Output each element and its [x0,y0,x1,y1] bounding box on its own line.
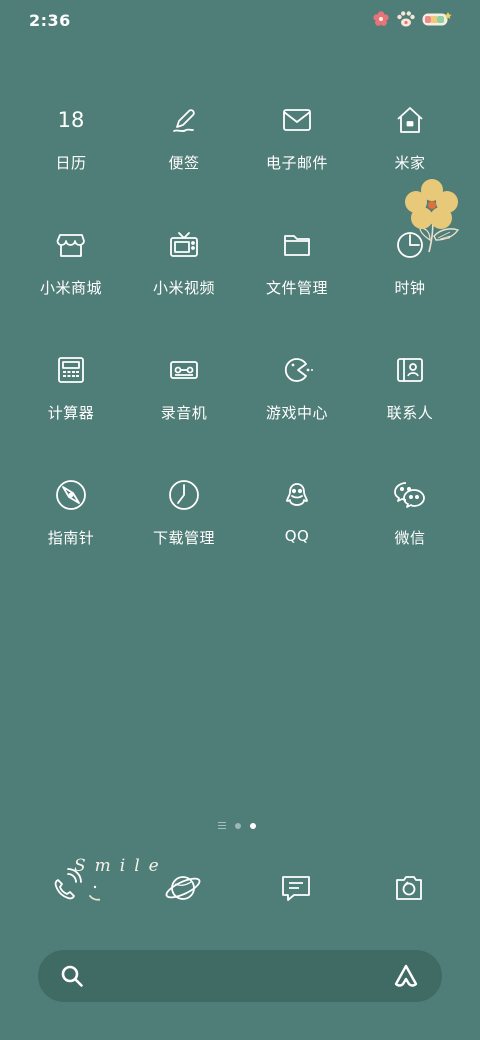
app-label: 米家 [394,154,426,172]
app-label: 小米商城 [39,279,102,297]
store-icon [51,225,91,265]
dock-phone[interactable] [40,858,109,922]
app-mi-video[interactable]: 小米视频 [127,215,241,315]
page-dot [235,822,241,829]
app-label: 便签 [168,154,200,172]
app-email[interactable]: 电子邮件 [240,90,354,190]
app-recorder[interactable]: 录音机 [127,340,241,440]
app-label: 时钟 [394,279,426,297]
search-bar[interactable] [38,950,442,1002]
dock-messages[interactable] [266,860,326,920]
recorder-icon [164,350,204,390]
app-label: 日历 [55,154,87,172]
app-download-manager[interactable]: 下载管理 [127,465,241,565]
app-label: 联系人 [386,404,434,422]
search-icon [60,964,84,992]
wechat-icon [390,475,430,515]
battery-icon [422,10,452,28]
app-label: QQ [284,527,310,545]
app-label: 游戏中心 [265,404,328,422]
app-calendar[interactable]: 18 日历 [14,90,128,190]
app-mi-store[interactable]: 小米商城 [14,215,128,315]
messages-icon [279,871,313,909]
phone-icon [40,858,109,922]
app-label: 微信 [394,529,426,547]
dock-browser[interactable] [153,860,213,920]
app-contacts[interactable]: 联系人 [353,340,467,440]
page-indicator[interactable] [218,822,256,829]
folder-icon [277,225,317,265]
app-label: 计算器 [47,404,95,422]
flower-icon [372,10,390,28]
home-icon [390,100,430,140]
app-label: 录音机 [160,404,208,422]
compass-icon [51,475,91,515]
calculator-icon [51,350,91,390]
app-label: 文件管理 [265,279,328,297]
dock-camera[interactable] [379,860,439,920]
app-mijia[interactable]: 米家 [353,90,467,190]
app-label: 下载管理 [152,529,215,547]
download-icon [164,475,204,515]
menu-lines-icon [218,822,226,829]
app-label: 小米视频 [152,279,215,297]
contacts-icon [390,350,430,390]
app-game-center[interactable]: 游戏中心 [240,340,354,440]
app-label: 电子邮件 [265,154,328,172]
notes-pen-icon [164,100,204,140]
app-compass[interactable]: 指南针 [14,465,128,565]
app-wechat[interactable]: 微信 [353,465,467,565]
app-qq[interactable]: QQ [240,465,354,565]
app-label: 指南针 [47,529,95,547]
page-dot-active [250,822,256,829]
qq-icon [277,475,317,515]
status-time: 2:36 [29,11,71,30]
mail-icon [277,100,317,140]
assistant-icon[interactable] [392,963,420,993]
browser-planet-icon [163,868,203,912]
status-icons [372,10,452,28]
paw-icon [396,10,416,28]
dock [0,860,480,926]
app-calculator[interactable]: 计算器 [14,340,128,440]
camera-icon [392,871,426,909]
flower-sticker-icon [396,176,462,262]
status-bar: 2:36 [0,0,480,40]
tv-icon [164,225,204,265]
app-file-manager[interactable]: 文件管理 [240,215,354,315]
calendar-icon: 18 [57,108,85,132]
game-icon [277,350,317,390]
app-notes[interactable]: 便签 [127,90,241,190]
